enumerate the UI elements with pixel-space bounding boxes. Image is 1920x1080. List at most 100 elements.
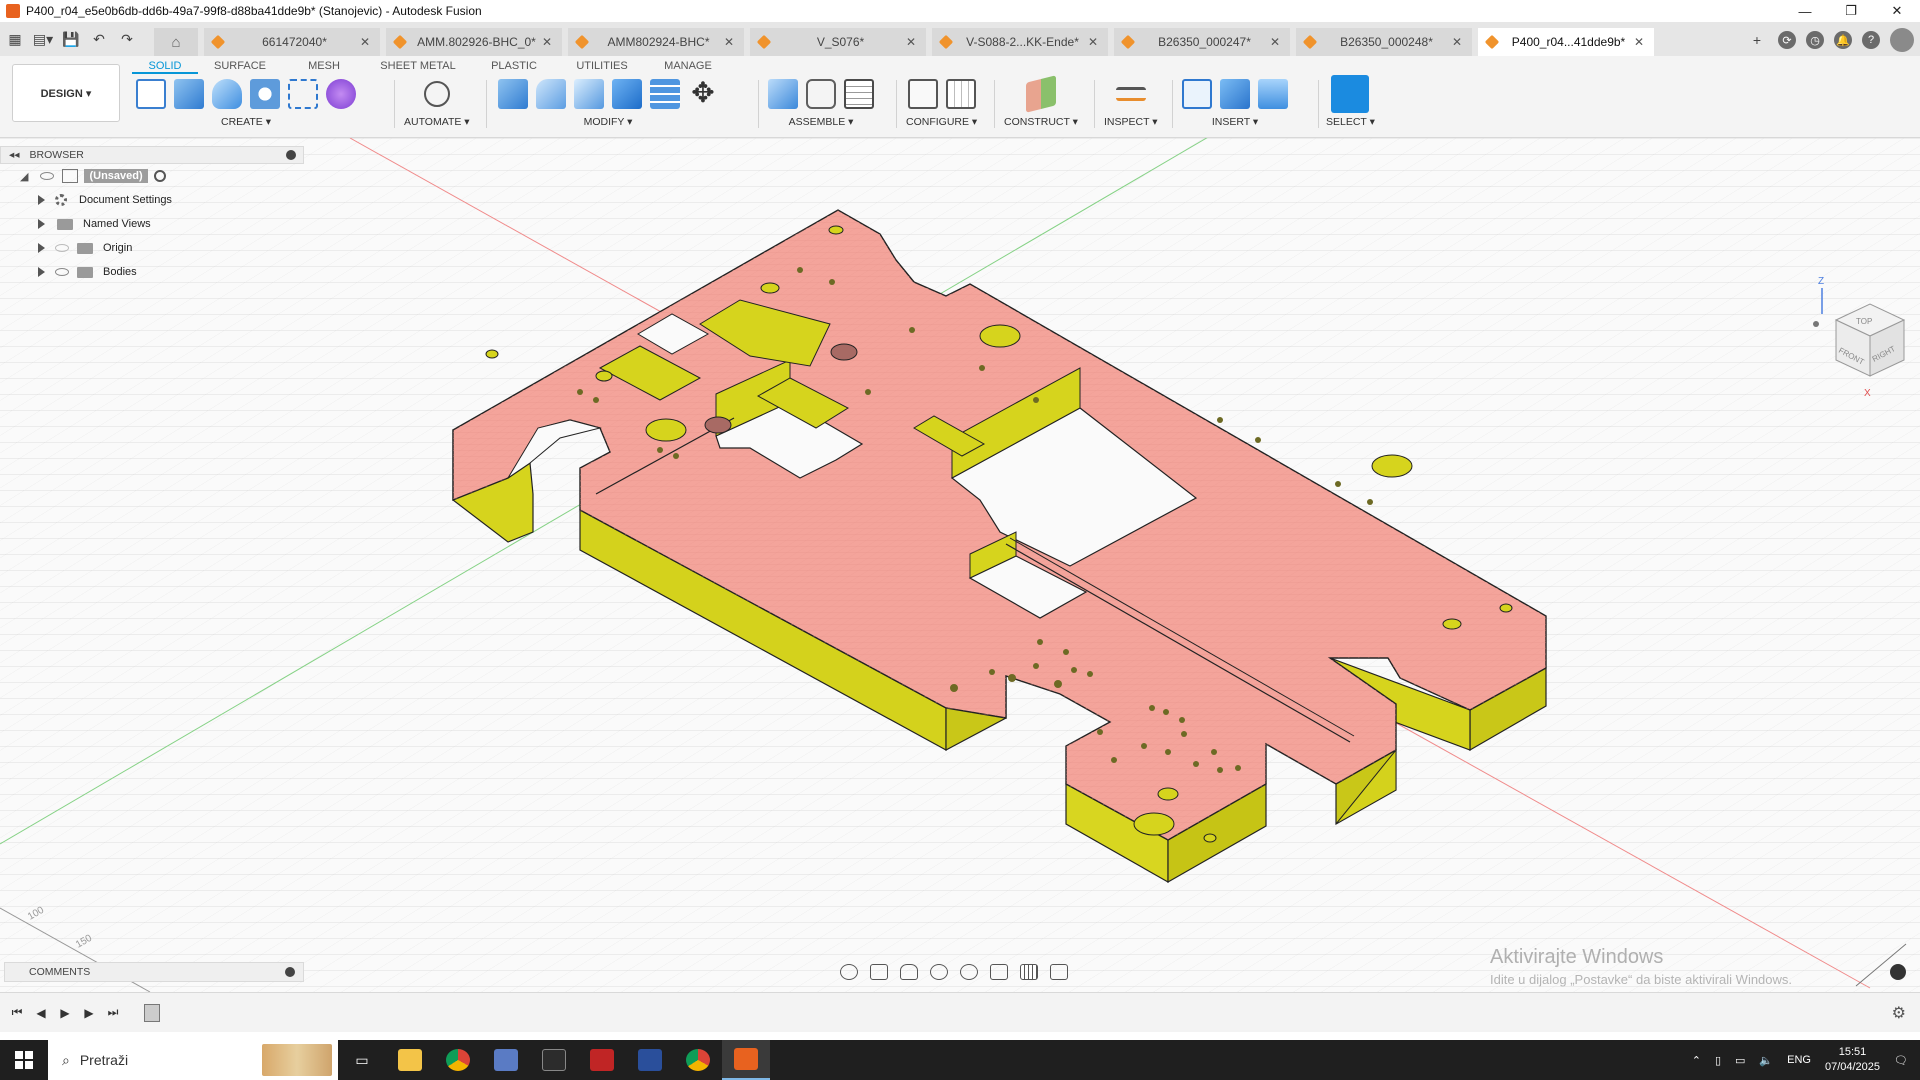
device-icon[interactable]: ▯ [1715,1054,1721,1067]
insert-canvas-icon[interactable] [1258,79,1288,109]
network-icon[interactable]: ▭ [1735,1054,1745,1067]
minimize-button[interactable]: — [1782,0,1828,22]
chevron-up-icon[interactable]: ⌃ [1692,1054,1701,1067]
automate-menu[interactable]: AUTOMATE ▾ [404,116,470,128]
move-icon[interactable]: ✥ [688,79,718,109]
home-view-icon[interactable] [1813,321,1819,327]
extensions-icon[interactable]: ⟳ [1778,31,1796,49]
automate-icon[interactable] [423,81,450,107]
visibility-icon[interactable] [40,172,55,180]
close-tab-icon[interactable]: ✕ [1268,35,1282,49]
close-tab-icon[interactable]: ✕ [1632,35,1646,49]
chamfer-icon[interactable] [574,79,604,109]
look-at-icon[interactable] [870,964,888,980]
create-sketch-icon[interactable] [136,79,166,109]
assemble-menu[interactable]: ASSEMBLE ▾ [789,116,854,128]
avatar[interactable] [1890,28,1914,52]
fillet-icon[interactable] [536,79,566,109]
configuration-table-icon[interactable] [945,79,976,109]
start-button[interactable] [0,1040,48,1080]
document-tab[interactable]: AMM.802926-BHC_0* ✕ [386,28,562,56]
tab-solid[interactable]: SOLID [132,58,198,74]
viewports-icon[interactable] [1050,964,1068,980]
document-tab[interactable]: AMM802924-BHC* ✕ [568,28,744,56]
timeline-marker[interactable] [144,1003,160,1022]
notifications-icon[interactable]: 🗨 [1894,1054,1908,1067]
pattern-icon[interactable] [288,79,318,109]
browser-item-bodies[interactable]: Bodies [0,260,304,284]
measure-icon[interactable] [1115,87,1146,101]
save-icon[interactable]: 💾 [60,28,82,50]
comments-panel[interactable]: COMMENTS [4,962,304,982]
tab-manage[interactable]: MANAGE [646,58,730,74]
hole-icon[interactable] [250,79,280,109]
expand-triangle-icon[interactable] [38,219,45,229]
document-tab-active[interactable]: P400_r04...41dde9b* ✕ [1478,28,1654,56]
press-pull-icon[interactable] [498,79,528,109]
pan-icon[interactable] [900,964,918,980]
document-tab[interactable]: B26350_000248* ✕ [1296,28,1472,56]
grid-settings-icon[interactable] [1020,964,1038,980]
insert-component-icon[interactable] [1220,79,1250,109]
tab-utilities[interactable]: UTILITIES [558,58,646,74]
chrome-button[interactable] [434,1040,482,1080]
select-menu[interactable]: SELECT ▾ [1326,116,1375,128]
tab-surface[interactable]: SURFACE [198,58,282,74]
display-settings-icon[interactable] [990,964,1008,980]
close-tab-icon[interactable]: ✕ [904,35,918,49]
browser-item-document-settings[interactable]: Document Settings [0,188,304,212]
volume-icon[interactable]: 🔈 [1759,1054,1773,1067]
bom-icon[interactable] [844,79,874,109]
activate-icon[interactable] [153,170,166,182]
play-icon[interactable]: ▶ [58,1006,72,1020]
document-tab[interactable]: B26350_000247* ✕ [1114,28,1290,56]
notifications-icon[interactable]: 🔔 [1834,31,1852,49]
close-tab-icon[interactable]: ✕ [1086,35,1100,49]
job-status-icon[interactable]: ◷ [1806,31,1824,49]
new-tab-icon[interactable]: + [1746,29,1768,51]
fit-icon[interactable] [960,964,978,980]
hidden-visibility-icon[interactable] [55,244,69,252]
offset-plane-icon[interactable] [1025,75,1056,113]
insert-derive-icon[interactable] [1182,79,1212,109]
browser-item-origin[interactable]: Origin [0,236,304,260]
insert-menu[interactable]: INSERT ▾ [1212,116,1258,128]
document-tab[interactable]: V-S088-2...KK-Ende* ✕ [932,28,1108,56]
redo-icon[interactable]: ↷ [116,28,138,50]
help-icon[interactable]: ? [1862,31,1880,49]
expand-triangle-icon[interactable] [38,267,45,277]
app-red-button[interactable] [578,1040,626,1080]
joint-icon[interactable] [806,79,836,109]
document-tab[interactable]: 661472040* ✕ [204,28,380,56]
visibility-icon[interactable] [55,268,69,276]
language-indicator[interactable]: ENG [1787,1054,1811,1066]
workspace-switcher[interactable]: DESIGN ▾ [12,64,120,122]
home-tab[interactable]: ⌂ [154,28,198,56]
browser-root[interactable]: ◢ (Unsaved) [0,164,304,188]
save-app-button[interactable] [626,1040,674,1080]
go-to-end-icon[interactable]: ⏭ [106,1005,120,1020]
new-component-icon[interactable] [768,79,798,109]
browser-header[interactable]: ◂◂ BROWSER [0,146,304,164]
step-forward-icon[interactable]: ▶ [82,1006,96,1020]
scale-icon[interactable] [650,79,680,109]
restore-button[interactable]: ❐ [1828,0,1874,22]
close-tab-icon[interactable]: ✕ [1450,35,1464,49]
browser-pin-icon[interactable] [286,150,296,160]
close-tab-icon[interactable]: ✕ [358,35,372,49]
construct-menu[interactable]: CONSTRUCT ▾ [1004,116,1078,128]
expand-triangle-icon[interactable] [38,195,45,205]
zoom-icon[interactable] [930,964,948,980]
document-tab[interactable]: V_S076* ✕ [750,28,926,56]
close-button[interactable]: ✕ [1874,0,1920,22]
fusion-taskbar-button[interactable] [722,1040,770,1080]
file-menu-icon[interactable]: ▤▾ [32,28,54,50]
combine-icon[interactable] [612,79,642,109]
inspect-menu[interactable]: INSPECT ▾ [1104,116,1158,128]
configure-icon[interactable] [907,79,938,109]
configure-menu[interactable]: CONFIGURE ▾ [906,116,977,128]
select-icon[interactable] [1331,75,1370,113]
task-view-button[interactable]: ▭ [338,1040,386,1080]
calculator-button[interactable] [482,1040,530,1080]
revolve-icon[interactable] [212,79,242,109]
